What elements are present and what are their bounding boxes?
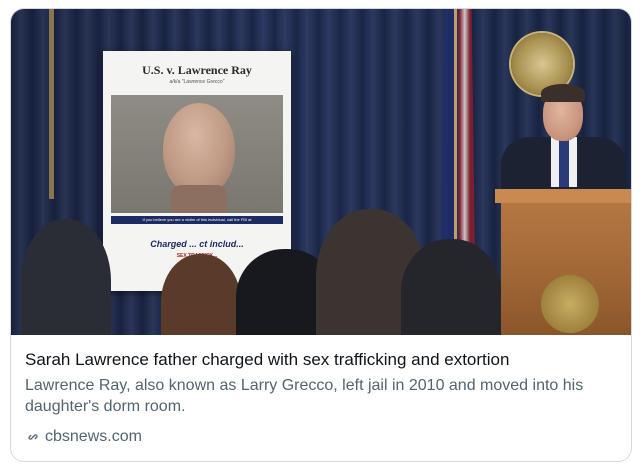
mugshot-head (163, 103, 235, 195)
speaker-tie (559, 139, 569, 187)
card-source[interactable]: cbsnews.com (25, 427, 142, 447)
podium-seal (541, 275, 599, 333)
audience-member (401, 239, 501, 335)
article-image[interactable]: U.S. v. Lawrence Ray a/k/a "Lawrence Gre… (11, 9, 631, 335)
mugshot-photo (111, 95, 283, 213)
source-domain[interactable]: cbsnews.com (45, 427, 142, 447)
link-preview-card[interactable]: U.S. v. Lawrence Ray a/k/a "Lawrence Gre… (10, 8, 632, 462)
card-caption[interactable]: Sarah Lawrence father charged with sex t… (11, 335, 631, 461)
audience-member (161, 254, 241, 335)
poster-title: U.S. v. Lawrence Ray (142, 63, 252, 77)
speaker-hair (541, 84, 585, 102)
crowd (11, 199, 511, 335)
audience-member (21, 219, 111, 335)
poster-aka: a/k/a "Lawrence Grecco" (169, 79, 225, 85)
card-description: Lawrence Ray, also known as Larry Grecco… (25, 377, 584, 415)
link-icon (28, 434, 38, 440)
card-headline[interactable]: Sarah Lawrence father charged with sex t… (25, 349, 625, 370)
flag-pole-left (49, 9, 54, 199)
podium-top (495, 189, 631, 203)
